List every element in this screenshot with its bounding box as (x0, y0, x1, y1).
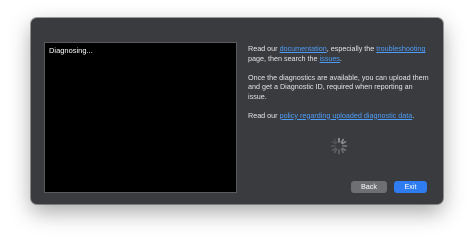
exit-button[interactable]: Exit (394, 181, 427, 193)
spinner-icon (330, 137, 348, 155)
info-panel: Read our documentation, especially the t… (248, 44, 433, 130)
issues-link[interactable]: issues (320, 54, 340, 63)
policy-link[interactable]: policy regarding uploaded diagnostic dat… (280, 111, 413, 120)
policy-paragraph: Read our policy regarding uploaded diagn… (248, 111, 433, 121)
help-text-3: page, then search the (248, 53, 320, 63)
back-button[interactable]: Back (351, 181, 387, 193)
diagnostics-console: Diagnosing... (44, 42, 237, 193)
documentation-link[interactable]: documentation (280, 44, 327, 53)
policy-text-2: . (412, 110, 415, 120)
diagnostics-dialog: Diagnosing... Read our documentation, es… (31, 18, 443, 204)
help-text-4: . (339, 53, 342, 63)
help-paragraph: Read our documentation, especially the t… (248, 44, 433, 63)
console-output: Diagnosing... (49, 46, 93, 55)
troubleshooting-link[interactable]: troubleshooting (376, 44, 425, 53)
help-text-2: , especially the (326, 44, 377, 53)
help-text-1: Read our (248, 44, 280, 53)
upload-paragraph: Once the diagnostics are available, you … (248, 72, 429, 101)
policy-text-1: Read our (248, 110, 280, 120)
